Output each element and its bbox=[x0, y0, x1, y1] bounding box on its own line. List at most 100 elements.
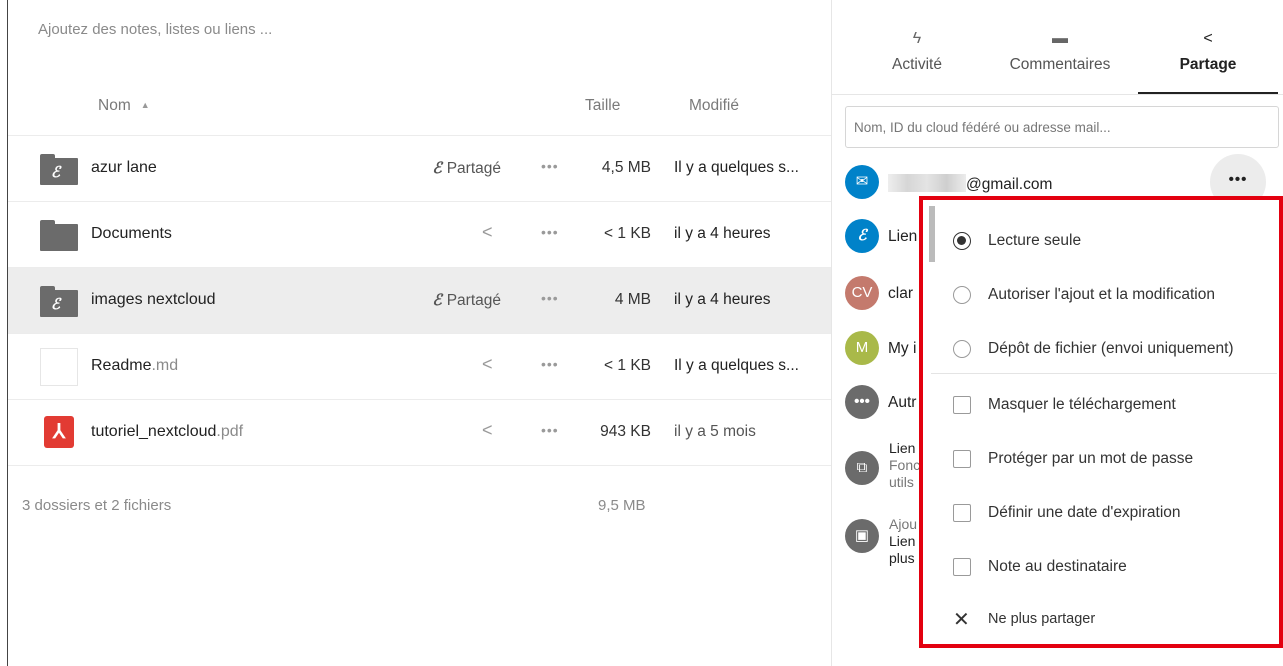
file-row-tutoriel[interactable]: ⅄ tutoriel_nextcloud.pdf < ••• 943 KB il… bbox=[8, 400, 831, 466]
column-size[interactable]: Taille bbox=[585, 97, 620, 115]
file-name[interactable]: Readme.md bbox=[91, 357, 178, 375]
radio-icon[interactable] bbox=[953, 340, 971, 358]
file-name[interactable]: images nextcloud bbox=[91, 291, 216, 309]
file-name[interactable]: azur lane bbox=[91, 159, 157, 177]
more-icon: ••• bbox=[845, 385, 879, 419]
option-hide-download[interactable]: Masquer le téléchargement bbox=[953, 386, 1273, 426]
share-link-label: Lien bbox=[888, 228, 918, 245]
pdf-icon: ⅄ bbox=[40, 416, 78, 450]
permission-edit[interactable]: Autoriser l'ajout et la modification bbox=[953, 276, 1273, 316]
shared-link-button[interactable]: ℰ Partagé bbox=[432, 159, 501, 178]
file-table-header: Nom ▲ Taille Modifié bbox=[8, 80, 831, 136]
checkbox[interactable] bbox=[953, 504, 971, 522]
option-expiration[interactable]: Définir une date d'expiration bbox=[953, 494, 1273, 534]
share-others-label: Autr bbox=[888, 394, 917, 411]
share-options-menu: Lecture seule Autoriser l'ajout et la mo… bbox=[919, 196, 1283, 648]
tab-activity[interactable]: ϟ Activité bbox=[842, 30, 992, 94]
permission-edit-label: Autoriser l'ajout et la modification bbox=[988, 286, 1215, 303]
column-name[interactable]: Nom ▲ bbox=[98, 97, 150, 115]
column-name-label: Nom bbox=[98, 97, 131, 114]
window-icon: ▣ bbox=[845, 519, 879, 553]
radio-checked-icon[interactable] bbox=[953, 232, 971, 250]
option-note-label: Note au destinataire bbox=[988, 558, 1127, 575]
more-actions-icon[interactable]: ••• bbox=[541, 224, 559, 240]
share-with-input[interactable]: Nom, ID du cloud fédéré ou adresse mail.… bbox=[845, 106, 1279, 148]
share-icon[interactable]: < bbox=[482, 354, 493, 375]
file-list-area: Ajoutez des notes, listes ou liens ... N… bbox=[8, 0, 831, 666]
unshare-button[interactable]: ✕ Ne plus partager bbox=[953, 601, 1273, 641]
shared-folder-icon: ℰ bbox=[40, 152, 78, 186]
tab-sharing[interactable]: < Partage bbox=[1138, 30, 1278, 94]
file-modified: il y a 4 heures bbox=[674, 291, 771, 308]
file-name[interactable]: tutoriel_nextcloud.pdf bbox=[91, 423, 243, 441]
external-link-title: Lien bbox=[889, 440, 916, 456]
checkbox[interactable] bbox=[953, 450, 971, 468]
file-row-images-nextcloud[interactable]: ℰ images nextcloud ℰ Partagé ••• 4 MB il … bbox=[8, 268, 831, 334]
redacted-text bbox=[888, 174, 966, 192]
add-entry-desc: plus bbox=[889, 550, 915, 566]
file-row-readme[interactable]: Readme.md < ••• < 1 KB Il y a quelques s… bbox=[8, 334, 831, 400]
share-icon: < bbox=[1203, 30, 1213, 47]
external-link-desc: Fonc bbox=[889, 457, 921, 473]
file-modified: Il y a quelques s... bbox=[674, 357, 799, 374]
tab-sharing-label: Partage bbox=[1179, 56, 1237, 73]
tab-comments[interactable]: ▬ Commentaires bbox=[985, 30, 1135, 94]
lightning-icon: ϟ bbox=[912, 30, 922, 47]
file-extension: .md bbox=[151, 357, 179, 374]
notes-input[interactable]: Ajoutez des notes, listes ou liens ... bbox=[38, 21, 272, 38]
avatar: M bbox=[845, 331, 879, 365]
shared-folder-icon: ℰ bbox=[40, 284, 78, 318]
file-size: 4,5 MB bbox=[601, 159, 651, 176]
file-extension: .pdf bbox=[216, 423, 244, 440]
file-name[interactable]: Documents bbox=[91, 225, 172, 243]
permission-read-only-label: Lecture seule bbox=[988, 232, 1082, 249]
checkbox[interactable] bbox=[953, 396, 971, 414]
column-modified[interactable]: Modifié bbox=[689, 97, 739, 115]
file-size: 943 KB bbox=[600, 423, 651, 440]
comment-icon: ▬ bbox=[1052, 30, 1068, 47]
tab-activity-label: Activité bbox=[892, 56, 942, 73]
permission-file-drop[interactable]: Dépôt de fichier (envoi uniquement) bbox=[953, 330, 1273, 370]
option-hide-download-label: Masquer le téléchargement bbox=[988, 396, 1176, 413]
option-password[interactable]: Protéger par un mot de passe bbox=[953, 440, 1273, 480]
unshare-label: Ne plus partager bbox=[988, 611, 1096, 627]
option-password-label: Protéger par un mot de passe bbox=[988, 450, 1194, 467]
option-note[interactable]: Note au destinataire bbox=[953, 548, 1273, 588]
share-icon[interactable]: < bbox=[482, 420, 493, 441]
file-size: < 1 KB bbox=[604, 225, 651, 242]
file-modified: Il y a quelques s... bbox=[674, 159, 799, 176]
external-link-text: Lien Fonc utils bbox=[889, 440, 920, 491]
file-rows: ℰ azur lane ℰ Partagé ••• 4,5 MB Il y a q… bbox=[8, 136, 831, 466]
permission-read-only[interactable]: Lecture seule bbox=[953, 222, 1273, 262]
file-modified: il y a 4 heures bbox=[674, 225, 771, 242]
external-link-desc: utils bbox=[889, 474, 914, 490]
share-user-name: clar bbox=[888, 285, 913, 302]
link-icon: ℰ bbox=[432, 292, 442, 309]
close-icon: ✕ bbox=[953, 609, 970, 631]
sidebar-tabs: ϟ Activité ▬ Commentaires < Partage bbox=[832, 30, 1283, 94]
file-count-summary: 3 dossiers et 2 fichiers bbox=[22, 497, 172, 514]
more-actions-icon[interactable]: ••• bbox=[541, 158, 559, 174]
avatar: CV bbox=[845, 276, 879, 310]
text-file-icon bbox=[40, 348, 78, 386]
permission-file-drop-label: Dépôt de fichier (envoi uniquement) bbox=[988, 340, 1234, 357]
file-modified: il y a 5 mois bbox=[674, 423, 756, 440]
shared-label: Partagé bbox=[446, 160, 501, 177]
file-size: < 1 KB bbox=[604, 357, 651, 374]
checkbox[interactable] bbox=[953, 558, 971, 576]
share-icon[interactable]: < bbox=[482, 222, 493, 243]
radio-icon[interactable] bbox=[953, 286, 971, 304]
link-icon: ℰ bbox=[845, 219, 879, 253]
shared-link-button[interactable]: ℰ Partagé bbox=[432, 291, 501, 310]
file-row-documents[interactable]: Documents < ••• < 1 KB il y a 4 heures bbox=[8, 202, 831, 268]
add-entry-title: Ajou bbox=[889, 516, 918, 532]
file-size: 4 MB bbox=[614, 291, 651, 308]
more-actions-icon[interactable]: ••• bbox=[541, 422, 559, 438]
more-actions-icon[interactable]: ••• bbox=[541, 290, 559, 306]
more-actions-icon[interactable]: ••• bbox=[541, 356, 559, 372]
menu-divider bbox=[931, 373, 1277, 374]
total-size: 9,5 MB bbox=[598, 497, 646, 514]
file-row-azur-lane[interactable]: ℰ azur lane ℰ Partagé ••• 4,5 MB Il y a q… bbox=[8, 136, 831, 202]
file-basename: Readme bbox=[91, 357, 152, 374]
scroll-indicator bbox=[929, 206, 935, 262]
